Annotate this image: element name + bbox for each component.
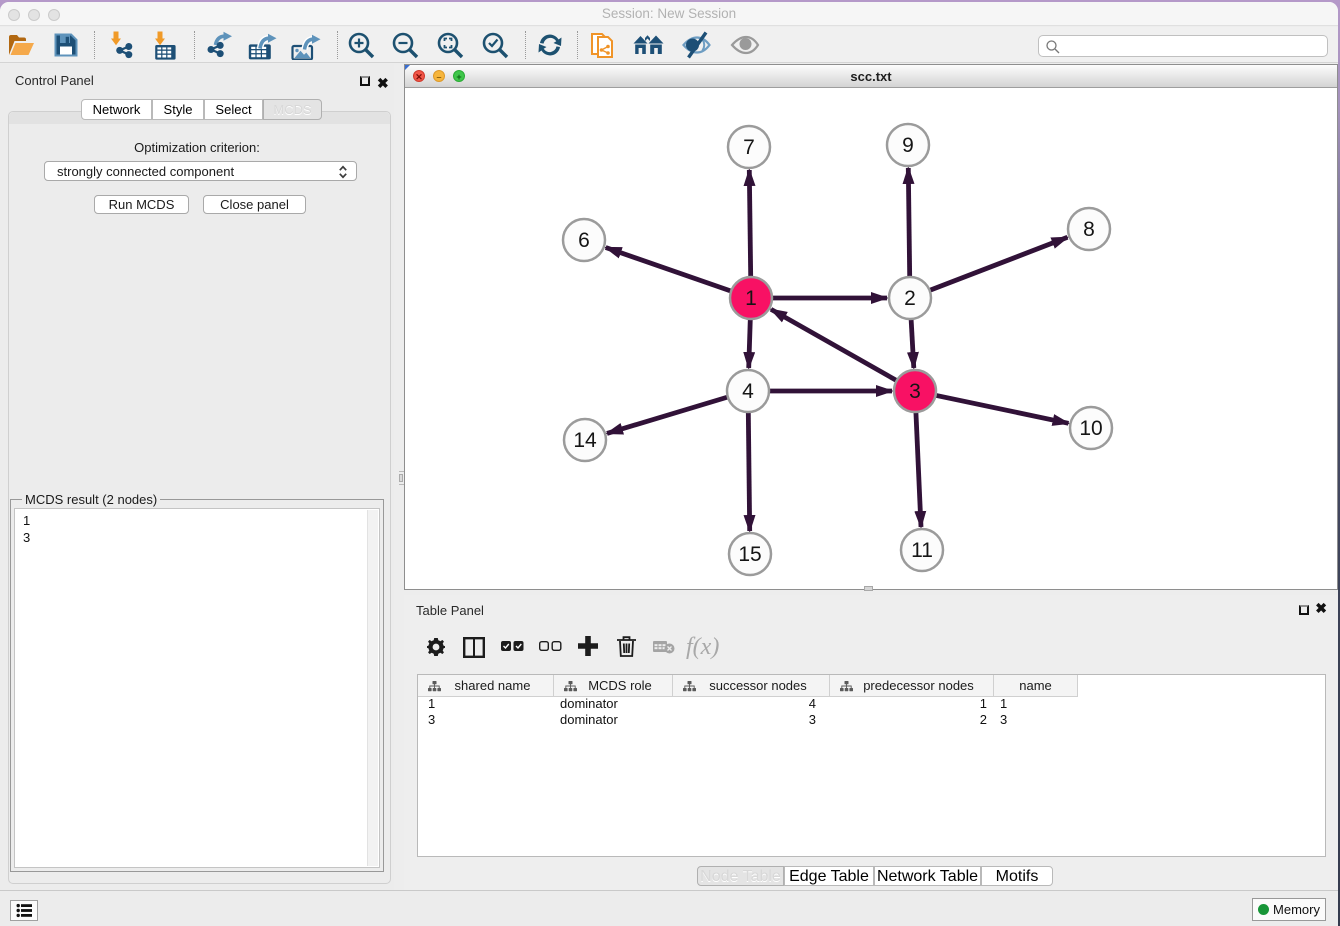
svg-text:10: 10: [1079, 417, 1102, 440]
svg-text:6: 6: [578, 229, 590, 252]
svg-text:2: 2: [904, 287, 916, 310]
svg-text:7: 7: [743, 136, 755, 159]
svg-text:11: 11: [911, 539, 933, 562]
svg-text:15: 15: [738, 543, 761, 566]
svg-text:14: 14: [573, 429, 597, 452]
svg-text:4: 4: [742, 380, 754, 403]
svg-text:1: 1: [745, 287, 757, 310]
svg-text:9: 9: [902, 134, 914, 157]
svg-text:8: 8: [1083, 218, 1095, 241]
svg-text:3: 3: [909, 380, 921, 403]
